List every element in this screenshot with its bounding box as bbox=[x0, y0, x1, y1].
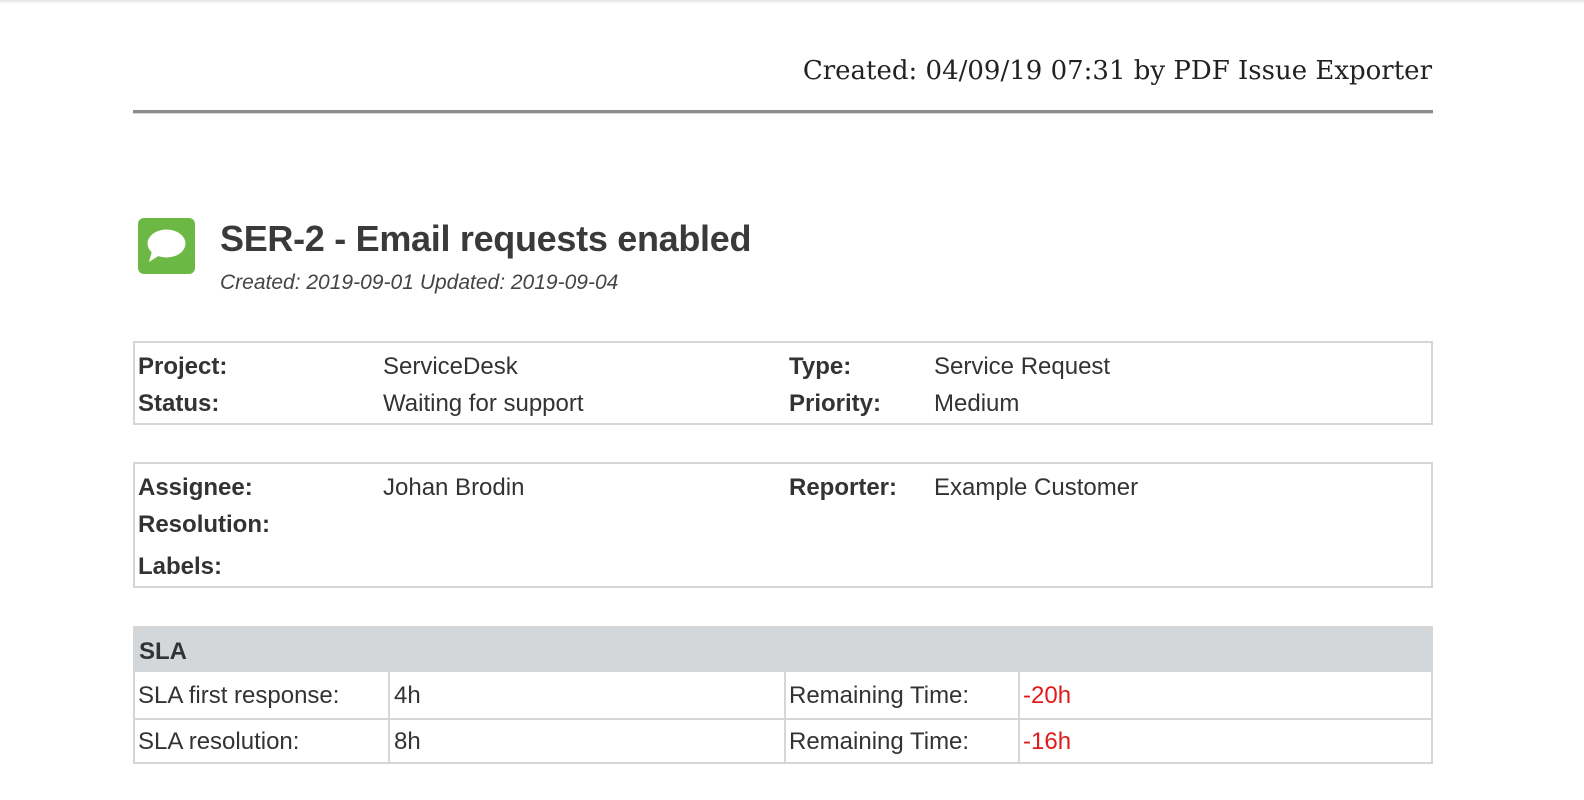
type-label: Type: bbox=[789, 353, 852, 380]
assignee-label: Assignee: bbox=[138, 474, 253, 501]
labels-label: Labels: bbox=[138, 553, 223, 580]
resolution-label: Resolution: bbox=[138, 511, 270, 538]
sla-heading: SLA bbox=[139, 638, 187, 665]
sla-row-first-response: SLA first response: 4h Remaining Time: -… bbox=[135, 674, 1431, 720]
remaining-time-label: Remaining Time: bbox=[789, 728, 970, 755]
header-divider bbox=[133, 110, 1433, 114]
issue-title: SER-2 - Email requests enabled bbox=[220, 218, 752, 259]
remaining-time-value: -20h bbox=[1023, 682, 1072, 709]
status-label: Status: bbox=[138, 390, 220, 417]
speech-bubble-icon bbox=[138, 218, 195, 274]
export-header: Created: 04/09/19 07:31 by PDF Issue Exp… bbox=[802, 56, 1432, 86]
sla-name: SLA resolution: bbox=[138, 728, 300, 755]
column-divider bbox=[1018, 672, 1020, 762]
issue-dates: Created: 2019-09-01 Updated: 2019-09-04 bbox=[220, 271, 624, 295]
remaining-time-label: Remaining Time: bbox=[789, 682, 970, 709]
people-box: Assignee: Johan Brodin Reporter: Example… bbox=[133, 462, 1433, 588]
column-divider bbox=[388, 672, 390, 762]
status-value: Waiting for support bbox=[383, 390, 584, 417]
updated-date: Updated: 2019-09-04 bbox=[419, 271, 619, 294]
remaining-time-value: -16h bbox=[1023, 728, 1072, 755]
top-edge-shadow bbox=[0, 0, 1584, 4]
sla-target: 8h bbox=[394, 728, 421, 755]
project-label: Project: bbox=[138, 353, 228, 380]
sla-row-resolution: SLA resolution: 8h Remaining Time: -16h bbox=[135, 720, 1431, 764]
issue-details-box: Project: ServiceDesk Type: Service Reque… bbox=[133, 341, 1433, 425]
sla-target: 4h bbox=[394, 682, 421, 709]
reporter-value: Example Customer bbox=[934, 474, 1139, 501]
created-date: Created: 2019-09-01 bbox=[220, 271, 414, 294]
sla-table: SLA SLA first response: 4h Remaining Tim… bbox=[133, 626, 1433, 764]
column-divider bbox=[784, 672, 786, 762]
sla-name: SLA first response: bbox=[138, 682, 340, 709]
type-value: Service Request bbox=[934, 353, 1111, 380]
reporter-label: Reporter: bbox=[789, 474, 898, 501]
assignee-value: Johan Brodin bbox=[383, 474, 525, 501]
priority-value: Medium bbox=[934, 390, 1020, 417]
priority-label: Priority: bbox=[789, 390, 882, 417]
sla-header: SLA bbox=[135, 628, 1431, 672]
project-value: ServiceDesk bbox=[383, 353, 518, 380]
